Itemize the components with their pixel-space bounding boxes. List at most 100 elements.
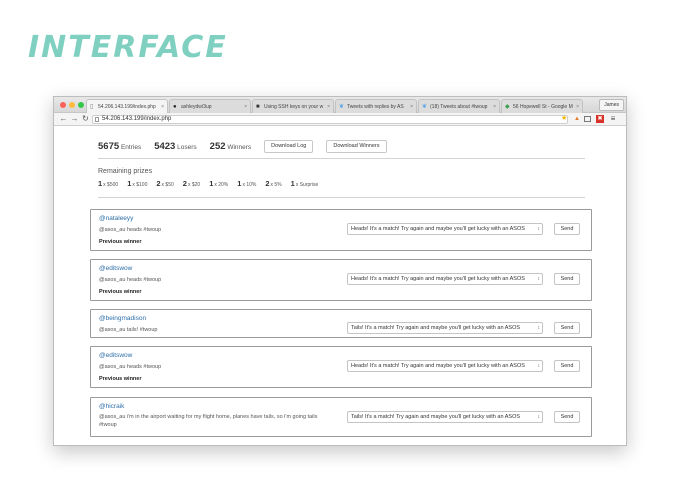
twitter-icon: ❦ — [422, 103, 428, 110]
previous-winner-label: Previous winner — [99, 376, 142, 382]
select-arrows-icon: ↕ — [537, 325, 541, 331]
close-tab-icon[interactable]: × — [161, 104, 164, 110]
tab-title: ashleydw/3up — [181, 103, 212, 110]
winners-stat: 252 Winners — [209, 140, 252, 152]
dashboard: 5675 Entries 5423 Losers 252 Winners Dow… — [98, 139, 585, 198]
send-button[interactable]: Send — [554, 322, 580, 334]
browser-toolbar: ← → ↻ 54.206.143.199/index.php ★ ▲ ✖ ≡ — [54, 113, 626, 126]
prize-item: 2x $50 — [156, 179, 173, 188]
divider — [98, 158, 585, 159]
reply-select-value: Heads! It's a match! Try again and maybe… — [351, 226, 525, 232]
browser-tabs: ▯ 54.206.143.199/index.php × ● ashleydw/3up ×… — [86, 99, 584, 113]
prize-count: 1 — [290, 179, 295, 188]
losers-stat: 5423 Losers — [154, 140, 197, 152]
send-button[interactable]: Send — [554, 223, 580, 235]
entry-message: @asos_au i'm in the airport waiting for … — [99, 414, 318, 428]
prize-desc: x Surprise — [295, 182, 319, 188]
entry-card: @hicraik @asos_au i'm in the airport wait… — [90, 397, 592, 437]
prize-desc: x 5% — [270, 182, 282, 188]
prize-item: 1x 20% — [209, 179, 228, 188]
minimize-window-button[interactable] — [69, 102, 75, 108]
divider — [98, 197, 585, 198]
previous-winner-label: Previous winner — [99, 289, 142, 295]
tab-title: Using SSH keys on your w — [264, 103, 324, 110]
entry-card: @editswow @asos_au heads #twoup Previous w… — [90, 259, 592, 301]
prize-count: 2 — [156, 179, 161, 188]
reply-select[interactable]: Heads! It's a match! Try again and maybe… — [347, 223, 543, 235]
download-log-button[interactable]: Download Log — [264, 139, 314, 153]
close-tab-icon[interactable]: × — [410, 104, 413, 110]
send-button[interactable]: Send — [554, 360, 580, 372]
bookmark-star-icon[interactable]: ★ — [561, 114, 567, 122]
entry-message: @asos_au tails! #twoup — [99, 327, 158, 333]
stats-row: 5675 Entries 5423 Losers 252 Winners Dow… — [98, 139, 585, 153]
prize-item: 1x Surprise — [291, 179, 319, 188]
maps-icon: ◆ — [505, 103, 510, 110]
extension-cast-icon[interactable] — [584, 116, 591, 122]
entry-handle-link[interactable]: @hicraik — [99, 403, 124, 410]
prize-item: 1x $500 — [98, 179, 118, 188]
entry-handle-link[interactable]: @editswow — [99, 265, 132, 272]
tab-title: 54.206.143.199/index.php — [98, 103, 156, 110]
prize-count: 1 — [127, 179, 132, 188]
reload-icon[interactable]: ↻ — [80, 113, 91, 125]
reply-select-value: Heads! It's a match! Try again and maybe… — [351, 276, 525, 282]
browser-tab[interactable]: ■ Using SSH keys on your w × — [252, 99, 334, 113]
entries-stat: 5675 Entries — [98, 140, 142, 152]
github-icon: ● — [173, 103, 177, 110]
tab-bar: ▯ 54.206.143.199/index.php × ● ashleydw/3up ×… — [54, 97, 626, 113]
tab-title: Tweets with replies by AS — [347, 103, 404, 110]
profile-button[interactable]: James — [599, 99, 624, 111]
prize-count: 1 — [98, 179, 103, 188]
close-tab-icon[interactable]: × — [244, 104, 247, 110]
prize-item: 1x 10% — [237, 179, 256, 188]
tab-title: (18) Tweets about #twoup — [430, 103, 488, 110]
entry-handle-link[interactable]: @beingmadison — [99, 315, 146, 322]
entry-card: @nataleeyy @asos_au heads #twoup Previous … — [90, 209, 592, 251]
remaining-prizes-title: Remaining prizes — [98, 168, 153, 175]
entry-card: @beingmadison @asos_au tails! #twoup Tails… — [90, 309, 592, 338]
prize-desc: x $100 — [132, 182, 148, 188]
menu-icon[interactable]: ≡ — [609, 115, 617, 123]
download-winners-button[interactable]: Download Winners — [326, 139, 387, 153]
page-heading: INTERFACE — [28, 30, 228, 65]
back-arrow-icon[interactable]: ← — [58, 113, 69, 125]
reply-select-value: Tails! It's a match! Try again and maybe… — [351, 414, 521, 420]
entry-handle-link[interactable]: @editswow — [99, 352, 132, 359]
select-arrows-icon: ↕ — [537, 414, 541, 420]
close-tab-icon[interactable]: × — [327, 104, 330, 110]
prizes-list: 1x $500 1x $100 2x $50 2x $20 1x 20% 1x 10% 2x… — [98, 179, 585, 188]
entry-handle-link[interactable]: @nataleeyy — [99, 215, 133, 222]
address-bar[interactable]: 54.206.143.199/index.php — [92, 115, 568, 124]
close-window-button[interactable] — [60, 102, 66, 108]
browser-tab[interactable]: ❦ (18) Tweets about #twoup × — [418, 99, 500, 113]
browser-window: ▯ 54.206.143.199/index.php × ● ashleydw/3up ×… — [53, 96, 627, 446]
prize-count: 1 — [237, 179, 242, 188]
prize-desc: x $500 — [103, 182, 119, 188]
maximize-window-button[interactable] — [78, 102, 84, 108]
forward-arrow-icon[interactable]: → — [69, 113, 80, 125]
prize-count: 2 — [182, 179, 187, 188]
close-tab-icon[interactable]: × — [493, 104, 496, 110]
browser-tab[interactable]: ● ashleydw/3up × — [169, 99, 251, 113]
prize-item: 2x $20 — [183, 179, 200, 188]
send-button[interactable]: Send — [554, 273, 580, 285]
browser-tab[interactable]: ◆ 56 Hopewell St - Google M × — [501, 99, 583, 113]
reply-select[interactable]: Tails! It's a match! Try again and maybe… — [347, 322, 543, 334]
prize-count: 2 — [265, 179, 270, 188]
browser-tab[interactable]: ❦ Tweets with replies by AS × — [335, 99, 417, 113]
previous-winner-label: Previous winner — [99, 239, 142, 245]
close-tab-icon[interactable]: × — [576, 104, 579, 110]
entry-message: @asos_au heads #twoup — [99, 364, 162, 370]
extension-fire-icon[interactable]: ▲ — [573, 115, 581, 123]
prize-item: 1x $100 — [127, 179, 147, 188]
window-controls — [60, 102, 84, 108]
reply-select[interactable]: Tails! It's a match! Try again and maybe… — [347, 411, 543, 423]
reply-select[interactable]: Heads! It's a match! Try again and maybe… — [347, 273, 543, 285]
prize-desc: x 20% — [214, 182, 229, 188]
send-button[interactable]: Send — [554, 411, 580, 423]
extension-red-icon[interactable]: ✖ — [596, 115, 604, 123]
url-text: 54.206.143.199/index.php — [102, 116, 172, 122]
browser-tab[interactable]: ▯ 54.206.143.199/index.php × — [86, 99, 168, 113]
reply-select[interactable]: Heads! It's a match! Try again and maybe… — [347, 360, 543, 372]
